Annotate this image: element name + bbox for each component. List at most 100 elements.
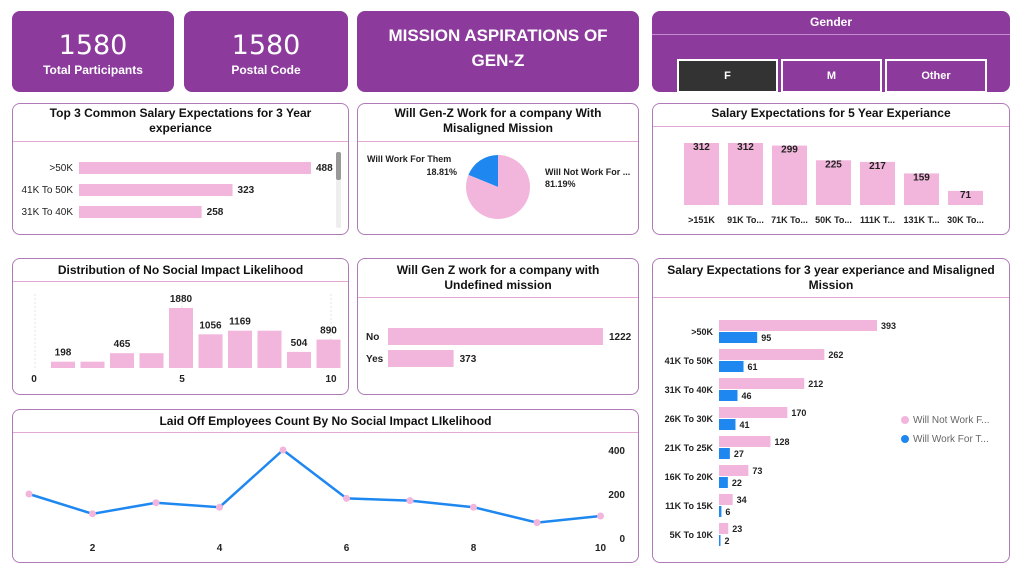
data-label: 6 (725, 507, 730, 517)
bar (719, 407, 788, 418)
data-point (25, 490, 33, 498)
pie-svg: Will Work For Them 18.81% Will Not Work Fo… (367, 154, 630, 219)
bar (287, 351, 311, 368)
chart-undefined-mission: Will Gen Z work for a company with Undef… (357, 258, 639, 395)
data-label: 61 (748, 362, 758, 372)
data-label: 1056 (199, 320, 222, 331)
data-label: 95 (761, 333, 771, 343)
tick-label: 8 (471, 543, 477, 554)
legend-item-work[interactable]: Will Work For T... (901, 434, 989, 445)
data-label: 27 (734, 449, 744, 459)
bar (719, 506, 722, 517)
data-point (343, 494, 350, 502)
scrollbar[interactable] (336, 152, 341, 228)
bar (110, 353, 134, 368)
data-label: 258 (207, 207, 224, 218)
kpi-total-participants: 1580 Total Participants (12, 11, 174, 92)
data-label: 170 (791, 408, 806, 418)
data-label: 262 (828, 350, 843, 360)
bar (719, 320, 877, 331)
tick-label: No (366, 332, 379, 343)
chart-salary-3yr-misaligned: Salary Expectations for 3 year experianc… (652, 258, 1010, 563)
tick-label: 6 (344, 543, 350, 554)
data-label: 312 (693, 142, 710, 153)
slice-name: Will Work For Them (367, 154, 451, 164)
kpi-label: Total Participants (43, 63, 143, 77)
data-label: 22 (732, 478, 742, 488)
data-label: 312 (737, 142, 754, 153)
tick-label: Yes (366, 354, 384, 365)
data-label: 217 (869, 161, 886, 172)
bar (79, 184, 233, 196)
tick-label: 71K To... (771, 215, 808, 225)
data-label: 23 (732, 524, 742, 534)
bar (79, 162, 311, 174)
data-label: 73 (752, 466, 762, 476)
data-label: 465 (114, 339, 131, 350)
bar (139, 353, 164, 368)
bar (316, 339, 341, 368)
bar (719, 448, 730, 459)
bar (80, 361, 105, 368)
kpi-value: 1580 (231, 30, 301, 61)
tick-label: 0 (619, 534, 625, 545)
data-label: 323 (238, 185, 255, 196)
bar (169, 308, 193, 368)
tick-label: 131K T... (903, 215, 939, 225)
legend-dot-icon (901, 435, 909, 444)
gender-slicer: Gender F M Other (652, 11, 1010, 93)
data-point (279, 446, 287, 454)
data-label: 198 (55, 348, 72, 359)
bar (257, 330, 282, 368)
data-point (152, 499, 160, 507)
gender-option-m[interactable]: M (781, 59, 882, 93)
tick-label: 31K To 40K (665, 385, 714, 395)
tick-label: 111K T... (860, 215, 895, 225)
tick-label: 5 (179, 374, 185, 385)
gender-option-f[interactable]: F (677, 59, 778, 93)
salary5-svg: 312 >151K 312 91K To... 299 71K To... 225 50K T… (684, 142, 984, 225)
tick-label: 200 (608, 490, 625, 501)
laidoff-svg: 2 4 6 8 10 400 200 0 (25, 446, 625, 554)
bar (719, 378, 805, 389)
legend-item-not-work[interactable]: Will Not Work F... (901, 415, 989, 426)
data-label: 1169 (229, 317, 251, 328)
bar (719, 349, 825, 360)
data-label: 373 (460, 354, 477, 365)
bar (719, 465, 749, 476)
tick-label: 10 (595, 543, 607, 554)
data-label: 299 (781, 145, 798, 156)
bar (51, 361, 75, 368)
bar (719, 436, 771, 447)
gender-option-other[interactable]: Other (885, 59, 987, 93)
chart-salary-5yr: Salary Expectations for 5 Year Experianc… (652, 103, 1010, 235)
tick-label: 16K To 20K (665, 472, 714, 482)
data-label: 128 (774, 437, 789, 447)
tick-label: 0 (31, 374, 37, 385)
data-label: 46 (741, 391, 751, 401)
tick-label: 41K To 50K (21, 185, 73, 196)
tick-label: >50K (691, 327, 713, 337)
data-point (597, 512, 604, 520)
slicer-title: Gender (809, 15, 852, 29)
slice-name: Will Not Work For ... (545, 167, 630, 177)
data-label: 159 (913, 172, 930, 183)
tick-label: 30K To... (947, 215, 984, 225)
data-label: 1880 (170, 294, 193, 305)
bar (719, 390, 738, 401)
slice-label: 18.81% (426, 167, 457, 177)
bar (228, 330, 252, 368)
bar (719, 419, 736, 430)
data-label: 393 (881, 321, 896, 331)
page-title: MISSION ASPIRATIONS OF GEN-Z (388, 26, 608, 70)
slice-label: 81.19% (545, 179, 576, 189)
kpi-label: Postal Code (231, 63, 301, 77)
tick-label: >50K (49, 163, 73, 174)
bar (79, 206, 202, 218)
social-svg: 198 465 1880 1056 1169 504 890 0 5 10 (31, 294, 341, 385)
data-label: 34 (737, 495, 747, 505)
bar (388, 328, 603, 345)
data-label: 2 (725, 536, 730, 546)
slicer-divider (652, 34, 1010, 35)
tick-label: 41K To 50K (665, 356, 714, 366)
